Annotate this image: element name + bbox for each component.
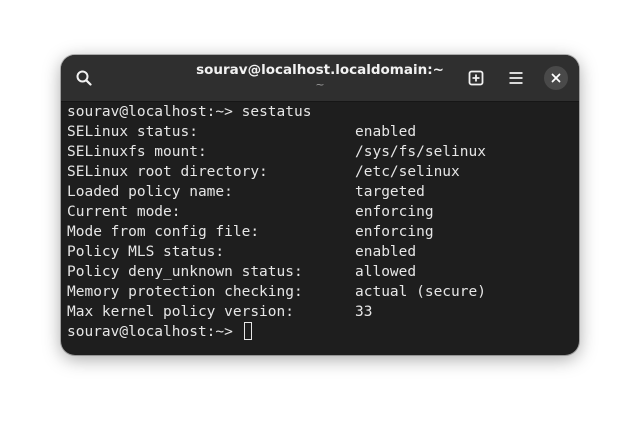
output-row: Memory protection checking: actual (secur… — [67, 282, 573, 302]
output-key: Mode from config file: — [67, 224, 260, 240]
headerbar: sourav@localhost.localdomain:~ ~ — [61, 55, 579, 102]
output-row: Max kernel policy version: 33 — [67, 302, 573, 322]
main-menu-button[interactable] — [501, 63, 531, 93]
window-title: sourav@localhost.localdomain:~ — [196, 62, 444, 78]
new-tab-icon — [468, 70, 484, 86]
output-row: Current mode: enforcing — [67, 202, 573, 222]
output-key: SELinux status: — [67, 124, 198, 140]
output-value: actual (secure) — [355, 284, 486, 300]
output-value: /etc/selinux — [355, 164, 460, 180]
output-row: Policy deny_unknown status: allowed — [67, 262, 573, 282]
terminal-window: sourav@localhost.localdomain:~ ~ sourav@… — [61, 55, 579, 355]
output-key: Policy deny_unknown status: — [67, 264, 303, 280]
terminal-output[interactable]: sourav@localhost:~> sestatus SELinux sta… — [67, 102, 573, 342]
output-key: Current mode: — [67, 204, 181, 220]
window-subtitle: ~ — [315, 78, 325, 91]
hamburger-menu-icon — [508, 71, 524, 85]
prompt: sourav@localhost:~> — [67, 104, 242, 120]
output-row: SELinux root directory: /etc/selinux — [67, 162, 573, 182]
output-row: Policy MLS status: enabled — [67, 242, 573, 262]
output-key: Policy MLS status: — [67, 244, 225, 260]
output-row: SELinux status: enabled — [67, 122, 573, 142]
output-value: /sys/fs/selinux — [355, 144, 486, 160]
output-key: Memory protection checking: — [67, 284, 303, 300]
search-icon — [76, 70, 92, 86]
command-line: sourav@localhost:~> sestatus — [67, 102, 573, 122]
output-key: SELinuxfs mount: — [67, 144, 207, 160]
output-row: Loaded policy name: targeted — [67, 182, 573, 202]
search-button[interactable] — [69, 63, 99, 93]
output-value: 33 — [355, 304, 373, 320]
output-row: Mode from config file: enforcing — [67, 222, 573, 242]
output-key: Loaded policy name: — [67, 184, 233, 200]
output-value: enabled — [355, 244, 417, 260]
output-value: allowed — [355, 264, 417, 280]
text-cursor — [243, 322, 252, 340]
input-line[interactable]: sourav@localhost:~> — [67, 322, 573, 342]
new-tab-button[interactable] — [461, 63, 491, 93]
output-key: Max kernel policy version: — [67, 304, 294, 320]
output-value: enforcing — [355, 224, 434, 240]
output-value: enabled — [355, 124, 417, 140]
output-row: SELinuxfs mount: /sys/fs/selinux — [67, 142, 573, 162]
output-value: targeted — [355, 184, 425, 200]
output-value: enforcing — [355, 204, 434, 220]
output-key: SELinux root directory: — [67, 164, 268, 180]
command: sestatus — [241, 104, 312, 120]
prompt: sourav@localhost:~> — [67, 324, 242, 340]
close-icon — [551, 73, 561, 83]
close-button[interactable] — [544, 66, 568, 90]
